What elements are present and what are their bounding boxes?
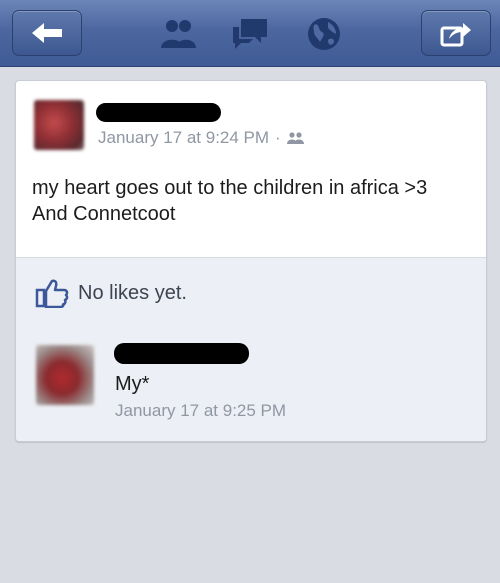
- post-text-line: my heart goes out to the children in afr…: [32, 177, 428, 199]
- redacted-author-name: [96, 103, 221, 122]
- author-avatar[interactable]: [34, 100, 84, 150]
- redacted-commenter-name: [114, 343, 249, 364]
- thumbs-up-icon: [35, 279, 69, 308]
- globe-notifications-icon[interactable]: [304, 14, 344, 54]
- messages-icon[interactable]: [231, 14, 271, 54]
- share-icon: [440, 23, 471, 47]
- friend-requests-icon[interactable]: [158, 14, 198, 54]
- comment-timestamp[interactable]: January 17 at 9:25 PM: [115, 401, 286, 421]
- comment-text: My*: [115, 373, 150, 395]
- post-body: my heart goes out to the children in afr…: [32, 175, 472, 227]
- post-meta: January 17 at 9:24 PM ·: [98, 128, 305, 148]
- meta-separator: ·: [275, 128, 281, 147]
- likes-bar[interactable]: No likes yet.: [16, 257, 486, 326]
- friends-audience-icon: [286, 132, 304, 144]
- commenter-avatar[interactable]: [36, 345, 94, 405]
- top-navbar: [0, 0, 500, 67]
- post-timestamp[interactable]: January 17 at 9:24 PM: [98, 128, 269, 148]
- back-button[interactable]: [12, 10, 82, 56]
- post-card: January 17 at 9:24 PM · my heart goes ou…: [15, 80, 487, 442]
- share-button[interactable]: [421, 10, 491, 56]
- back-arrow-icon: [32, 23, 62, 43]
- post-text-line: And Connetcoot: [32, 203, 176, 225]
- likes-label: No likes yet.: [78, 282, 187, 304]
